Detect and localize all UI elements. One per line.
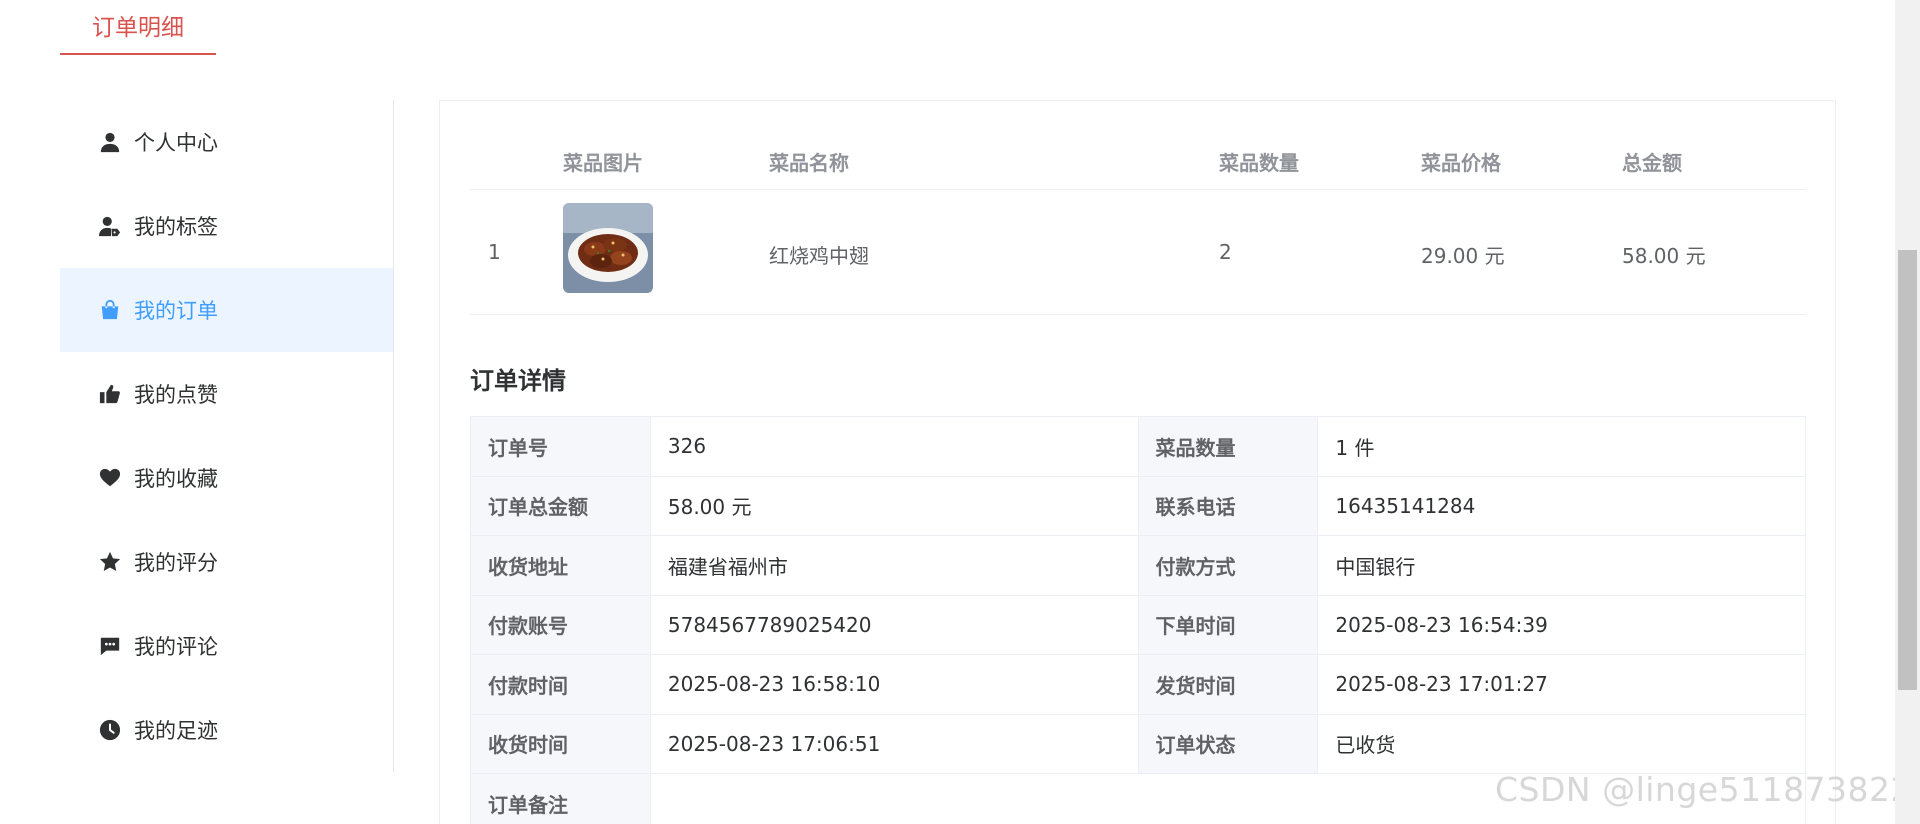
sidebar-item-label: 我的点赞 (134, 383, 218, 407)
dish-name: 红烧鸡中翅 (769, 244, 869, 268)
detail-label-payment-time: 付款时间 (471, 655, 651, 715)
detail-label-payment-account: 付款账号 (471, 595, 651, 655)
column-header-price: 菜品价格 (1421, 151, 1501, 175)
detail-label-receive-time: 收货时间 (471, 714, 651, 774)
detail-value-order-time: 2025-08-23 16:54:39 (1318, 595, 1806, 655)
tab-label: 订单明细 (92, 15, 184, 41)
detail-label-phone: 联系电话 (1138, 476, 1319, 536)
sidebar-item-my-orders[interactable]: 我的订单 (60, 268, 393, 352)
tab-order-detail[interactable]: 订单明细 (60, 0, 216, 55)
thumbs-up-icon (98, 382, 122, 406)
column-header-quantity: 菜品数量 (1219, 151, 1299, 175)
detail-label-payment-method: 付款方式 (1138, 536, 1319, 596)
section-title-order-details: 订单详情 (470, 367, 566, 395)
detail-value-order-no: 326 (650, 417, 1139, 477)
detail-label-order-time: 下单时间 (1138, 595, 1319, 655)
sidebar-item-my-tags[interactable]: 我的标签 (60, 184, 393, 268)
watermark: CSDN @linge511873822 (1495, 770, 1913, 809)
detail-label-ship-time: 发货时间 (1138, 655, 1319, 715)
order-items-table: 菜品图片 菜品名称 菜品数量 菜品价格 总金额 1 红烧鸡中翅 2 29.00 … (470, 101, 1806, 315)
sidebar-item-label: 我的订单 (134, 299, 218, 323)
details-row: 订单号 326 菜品数量 1 件 (471, 417, 1806, 477)
sidebar-item-label: 我的评分 (134, 551, 218, 575)
column-header-name: 菜品名称 (769, 151, 849, 175)
comment-icon (98, 634, 122, 658)
row-index: 1 (488, 240, 501, 264)
details-row: 收货地址 福建省福州市 付款方式 中国银行 (471, 536, 1806, 596)
sidebar-item-my-ratings[interactable]: 我的评分 (60, 520, 393, 604)
sidebar-item-my-comments[interactable]: 我的评论 (60, 604, 393, 688)
sidebar-item-label: 我的评论 (134, 635, 218, 659)
detail-label-order-status: 订单状态 (1138, 714, 1319, 774)
detail-value-receive-time: 2025-08-23 17:06:51 (650, 714, 1139, 774)
star-icon (98, 550, 122, 574)
detail-value-dish-count: 1 件 (1318, 417, 1806, 477)
detail-value-ship-time: 2025-08-23 17:01:27 (1318, 655, 1806, 715)
sidebar-item-label: 个人中心 (134, 131, 218, 155)
details-row: 付款账号 5784567789025420 下单时间 2025-08-23 16… (471, 595, 1806, 655)
detail-value-payment-method: 中国银行 (1318, 536, 1806, 596)
dish-image (563, 203, 653, 293)
details-row: 订单总金额 58.00 元 联系电话 16435141284 (471, 476, 1806, 536)
sidebar-item-my-footprints[interactable]: 我的足迹 (60, 688, 393, 772)
details-row: 收货时间 2025-08-23 17:06:51 订单状态 已收货 (471, 714, 1806, 774)
dish-total: 58.00 元 (1622, 244, 1706, 268)
heart-icon (98, 466, 122, 490)
sidebar-item-label: 我的收藏 (134, 467, 218, 491)
details-row: 付款时间 2025-08-23 16:58:10 发货时间 2025-08-23… (471, 655, 1806, 715)
detail-label-dish-count: 菜品数量 (1138, 417, 1319, 477)
page: 订单明细 个人中心 我的标签 我的订单 我的点赞 我的收藏 我的评分 我的评论 … (0, 0, 1920, 824)
clock-icon (98, 718, 122, 742)
table-header: 菜品图片 菜品名称 菜品数量 菜品价格 总金额 (470, 101, 1806, 190)
shopping-bag-icon (98, 298, 122, 322)
detail-value-order-status: 已收货 (1318, 714, 1806, 774)
scrollbar-thumb[interactable] (1898, 250, 1917, 690)
detail-value-payment-account: 5784567789025420 (650, 595, 1139, 655)
user-tag-icon (98, 214, 122, 238)
column-header-total: 总金额 (1622, 151, 1682, 175)
dish-quantity: 2 (1219, 240, 1232, 264)
order-detail-card: 菜品图片 菜品名称 菜品数量 菜品价格 总金额 1 红烧鸡中翅 2 29.00 … (439, 100, 1836, 824)
table-row: 1 红烧鸡中翅 2 29.00 元 58.00 元 (470, 190, 1806, 315)
sidebar-item-my-favorites[interactable]: 我的收藏 (60, 436, 393, 520)
sidebar: 个人中心 我的标签 我的订单 我的点赞 我的收藏 我的评分 我的评论 我的足迹 (60, 100, 394, 772)
dish-price: 29.00 元 (1421, 244, 1505, 268)
detail-value-address: 福建省福州市 (650, 536, 1139, 596)
order-details-descriptions: 订单号 326 菜品数量 1 件 订单总金额 58.00 元 联系电话 1643… (470, 416, 1806, 824)
detail-label-order-total: 订单总金额 (471, 476, 651, 536)
detail-label-remark: 订单备注 (471, 774, 651, 824)
detail-value-payment-time: 2025-08-23 16:58:10 (650, 655, 1139, 715)
detail-value-phone: 16435141284 (1318, 476, 1806, 536)
sidebar-item-label: 我的足迹 (134, 719, 218, 743)
sidebar-item-personal-center[interactable]: 个人中心 (60, 100, 393, 184)
detail-label-order-no: 订单号 (471, 417, 651, 477)
column-header-image: 菜品图片 (563, 151, 643, 175)
detail-label-address: 收货地址 (471, 536, 651, 596)
tab-underline (60, 53, 216, 55)
detail-value-order-total: 58.00 元 (650, 476, 1139, 536)
sidebar-item-label: 我的标签 (134, 215, 218, 239)
sidebar-item-my-likes[interactable]: 我的点赞 (60, 352, 393, 436)
user-icon (98, 130, 122, 154)
